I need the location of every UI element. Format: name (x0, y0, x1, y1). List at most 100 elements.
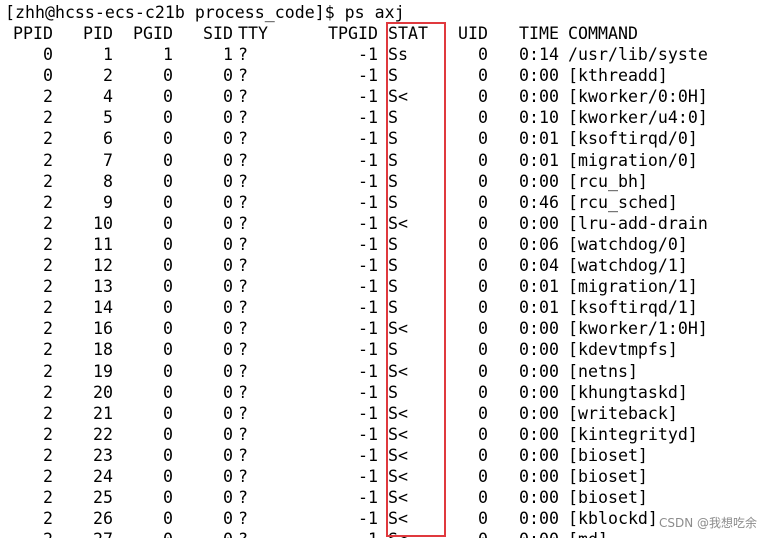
cell-stat: S< (388, 213, 408, 233)
table-row: 2 21 0 0? -1 S< 0 0:00 [writeback] (5, 403, 763, 424)
cell-stat: S (388, 256, 398, 275)
cell-time: 0:00 (519, 340, 559, 360)
table-row: 2 9 0 0? -1 S 0 0:46 [rcu_sched] (5, 192, 763, 213)
cell-pid: 5 (103, 108, 113, 128)
cell-pid: 1 (103, 45, 113, 64)
table-row: 0 1 1 1? -1 Ss 0 0:14/usr/lib/syste (5, 44, 763, 65)
cell-stat: Ss (388, 45, 408, 64)
cell-tty: ? (238, 234, 248, 254)
cell-ppid: 2 (43, 108, 53, 128)
cell-ppid: 2 (43, 403, 53, 423)
cell-time: 0:10 (519, 108, 559, 128)
cell-ppid: 2 (43, 171, 53, 191)
cell-stat: S (388, 277, 398, 297)
cell-ppid: 2 (43, 234, 53, 254)
table-row: 2 11 0 0? -1 S 0 0:06 [watchdog/0] (5, 234, 763, 255)
cell-tty: ? (238, 277, 248, 297)
cell-command: [kworker/0:0H] (568, 87, 708, 107)
cell-tty: ? (238, 87, 248, 107)
header-sid: SID (203, 24, 233, 43)
cell-stat: S (388, 382, 398, 402)
cell-sid: 0 (223, 361, 233, 381)
cell-pid: 8 (103, 171, 113, 191)
cell-tty: ? (238, 361, 248, 381)
cell-tty: ? (238, 319, 248, 339)
cell-sid: 0 (223, 108, 233, 128)
cell-pid: 22 (93, 424, 113, 444)
cell-tty: ? (238, 66, 248, 86)
cell-stat: S (388, 192, 398, 212)
table-header: PPID PID PGID SID TTY TPGID STAT UID TIME COMMAND (5, 23, 763, 44)
cell-tpgid: -1 (358, 298, 378, 318)
cell-tpgid: -1 (358, 529, 378, 538)
cell-pgid: 0 (163, 87, 173, 107)
cell-uid: 0 (478, 45, 488, 64)
cell-sid: 0 (223, 150, 233, 170)
cell-tty: ? (238, 488, 248, 508)
cell-ppid: 2 (43, 213, 53, 233)
cell-time: 0:46 (519, 192, 559, 212)
cell-pgid: 0 (163, 340, 173, 360)
cell-time: 0:00 (519, 445, 559, 465)
cell-ppid: 0 (43, 45, 53, 64)
cell-time: 0:00 (519, 213, 559, 233)
cell-command: [rcu_sched] (568, 192, 678, 212)
cell-pid: 4 (103, 87, 113, 107)
cell-ppid: 2 (43, 424, 53, 444)
cell-pid: 11 (93, 234, 113, 254)
cell-pid: 9 (103, 192, 113, 212)
cell-stat: S< (388, 424, 408, 444)
cell-command: [kthreadd] (568, 66, 668, 86)
cell-uid: 0 (478, 66, 488, 86)
cell-tty: ? (238, 445, 248, 465)
cell-command: [rcu_bh] (568, 171, 648, 191)
cell-command: [khungtaskd] (568, 382, 688, 402)
cell-tpgid: -1 (358, 150, 378, 170)
table-row: 2 24 0 0? -1 S< 0 0:00 [bioset] (5, 466, 763, 487)
cell-time: 0:00 (519, 87, 559, 107)
cell-tpgid: -1 (358, 45, 378, 64)
cell-pgid: 0 (163, 108, 173, 128)
cell-uid: 0 (478, 256, 488, 275)
cell-ppid: 2 (43, 277, 53, 297)
cell-uid: 0 (478, 424, 488, 444)
cell-sid: 0 (223, 319, 233, 339)
cell-tty: ? (238, 424, 248, 444)
cell-time: 0:00 (519, 488, 559, 508)
cell-pgid: 0 (163, 234, 173, 254)
cell-tty: ? (238, 129, 248, 149)
cell-command: [kdevtmpfs] (568, 340, 678, 360)
cell-pid: 14 (93, 298, 113, 318)
cell-tpgid: -1 (358, 277, 378, 297)
header-tty: TTY (238, 24, 268, 43)
terminal-window[interactable]: [zhh@hcss-ecs-c21b process_code]$ ps axj… (0, 0, 763, 538)
cell-sid: 0 (223, 192, 233, 212)
table-row: 2 22 0 0? -1 S< 0 0:00 [kintegrityd] (5, 424, 763, 445)
cell-tpgid: -1 (358, 319, 378, 339)
cell-uid: 0 (478, 277, 488, 297)
table-row: 2 4 0 0? -1 S< 0 0:00 [kworker/0:0H] (5, 86, 763, 107)
cell-tpgid: -1 (358, 445, 378, 465)
cell-tty: ? (238, 467, 248, 486)
cell-pgid: 0 (163, 488, 173, 508)
header-time: TIME (519, 24, 559, 43)
cell-uid: 0 (478, 467, 488, 486)
cell-pid: 21 (93, 403, 113, 423)
table-row: 2 25 0 0? -1 S< 0 0:00 [bioset] (5, 487, 763, 508)
cell-sid: 0 (223, 382, 233, 402)
cell-tty: ? (238, 45, 248, 64)
cell-time: 0:06 (519, 234, 559, 254)
cell-command: [bioset] (568, 467, 648, 486)
table-row: 2 18 0 0? -1 S 0 0:00 [kdevtmpfs] (5, 339, 763, 360)
cell-uid: 0 (478, 234, 488, 254)
cell-pid: 2 (103, 66, 113, 86)
cell-tpgid: -1 (358, 213, 378, 233)
cell-uid: 0 (478, 361, 488, 381)
cell-command: [watchdog/1] (568, 256, 688, 275)
cell-command: [migration/0] (568, 150, 698, 170)
cell-tpgid: -1 (358, 488, 378, 508)
cell-time: 0:01 (519, 298, 559, 318)
cell-sid: 0 (223, 277, 233, 297)
cell-ppid: 2 (43, 488, 53, 508)
cell-pgid: 0 (163, 319, 173, 339)
